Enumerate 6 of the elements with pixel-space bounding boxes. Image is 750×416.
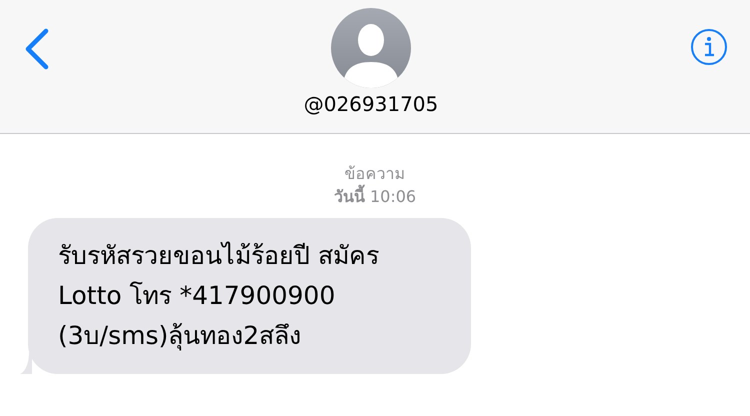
timestamp: วันนี้ 10:06 (334, 185, 416, 208)
conversation-label: ข้อความ (344, 163, 406, 184)
info-button[interactable] (690, 28, 728, 66)
bubble-tail (20, 352, 32, 374)
contact-name: @026931705 (304, 92, 438, 116)
avatar-icon[interactable] (331, 8, 411, 88)
